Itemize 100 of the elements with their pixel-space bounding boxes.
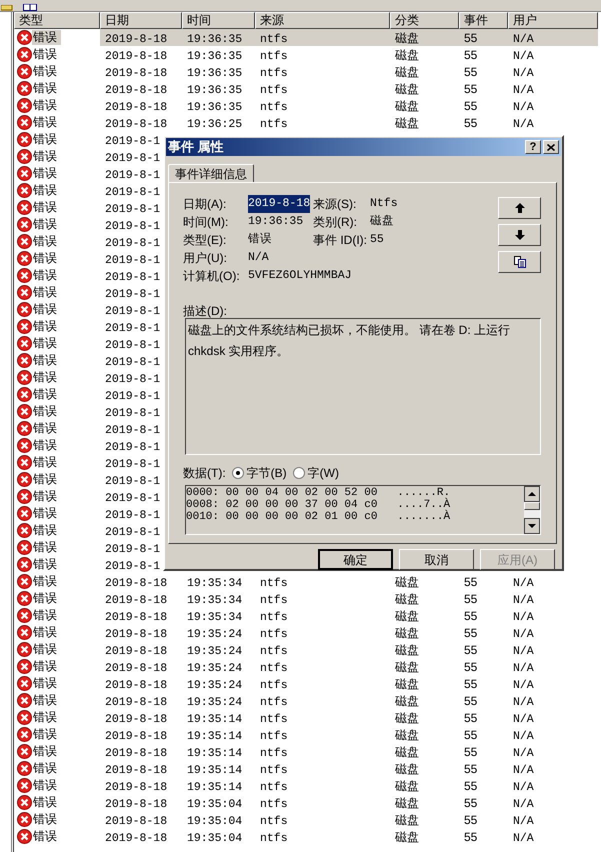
- column-header[interactable]: 日期: [100, 12, 182, 29]
- source-cell-text: ntfs: [259, 67, 288, 80]
- next-button[interactable]: [498, 224, 541, 246]
- type-cell[interactable]: 错误: [32, 659, 61, 674]
- date-cell-text: 2019-8-18: [104, 662, 168, 675]
- field-value[interactable]: 2019-8-18: [248, 195, 310, 213]
- copy-button[interactable]: [498, 251, 541, 273]
- type-cell[interactable]: 错误: [32, 251, 61, 266]
- type-cell[interactable]: 错误: [32, 115, 61, 130]
- type-cell[interactable]: 错误: [32, 370, 61, 385]
- column-header[interactable]: 分类: [390, 12, 459, 29]
- scrollbar[interactable]: [524, 486, 540, 534]
- type-cell[interactable]: 错误: [32, 47, 61, 62]
- type-cell[interactable]: 错误: [32, 217, 61, 232]
- type-cell[interactable]: 错误: [32, 625, 61, 640]
- description-box[interactable]: 磁盘上的文件系统结构已损坏，不能使用。 请在卷 D: 上运行 chkdsk 实用程序。: [185, 318, 541, 455]
- type-cell[interactable]: 错误: [32, 523, 61, 538]
- type-cell[interactable]: 错误: [32, 506, 61, 521]
- type-cell[interactable]: 错误: [32, 642, 61, 657]
- scroll-up-icon[interactable]: [524, 486, 540, 502]
- field-value[interactable]: N/A: [248, 249, 269, 267]
- type-cell[interactable]: 错误: [32, 98, 61, 113]
- type-cell[interactable]: 错误: [32, 591, 61, 606]
- type-cell[interactable]: 错误: [32, 234, 61, 249]
- type-cell[interactable]: 错误: [32, 693, 61, 708]
- date-cell-text: 2019-8-18: [104, 798, 168, 811]
- error-icon: [17, 166, 32, 181]
- date-cell-text: 2019-8-1: [104, 322, 160, 335]
- type-cell[interactable]: 错误: [32, 64, 61, 79]
- window-icon[interactable]: [23, 4, 37, 11]
- type-cell[interactable]: 错误: [32, 727, 61, 742]
- type-cell[interactable]: 错误: [32, 268, 61, 283]
- column-header[interactable]: 事件: [459, 12, 508, 29]
- folder-icon[interactable]: [1, 5, 13, 11]
- type-cell[interactable]: 错误: [32, 676, 61, 691]
- date-cell-text: 2019-8-1: [104, 475, 160, 488]
- type-cell[interactable]: 错误: [32, 455, 61, 470]
- type-cell[interactable]: 错误: [32, 761, 61, 776]
- type-cell[interactable]: 错误: [32, 302, 61, 317]
- data-box[interactable]: 0000: 00 00 04 00 02 00 52 00 ......R. 0008: 02 00 00 00 37 00 04 c0 ....7..À 0010: 00 00 00 00 02 01 00 c0 .......À: [185, 485, 541, 535]
- help-button[interactable]: ?: [525, 140, 541, 154]
- type-cell[interactable]: 错误: [32, 829, 61, 844]
- type-cell[interactable]: 错误: [32, 353, 61, 368]
- error-icon: [17, 557, 32, 572]
- type-cell[interactable]: 错误: [32, 166, 61, 181]
- type-cell[interactable]: 错误: [32, 438, 61, 453]
- error-icon: [17, 523, 32, 538]
- column-header[interactable]: 来源: [255, 12, 390, 29]
- error-icon: [17, 540, 32, 555]
- type-cell[interactable]: 错误: [32, 404, 61, 419]
- scroll-track[interactable]: [524, 510, 540, 518]
- type-cell[interactable]: 错误: [32, 778, 61, 793]
- type-cell[interactable]: 错误: [32, 557, 61, 572]
- type-cell[interactable]: 错误: [32, 472, 61, 487]
- field-value[interactable]: 5VFEZ6OLYHMMBAJ: [248, 267, 352, 285]
- radio-option[interactable]: 字节(B): [232, 464, 287, 482]
- user-cell-text: N/A: [512, 815, 534, 828]
- close-button[interactable]: [543, 140, 559, 154]
- radio-option[interactable]: 字(W): [292, 464, 339, 482]
- type-cell[interactable]: 错误: [32, 30, 61, 45]
- column-header[interactable]: 类型: [14, 12, 100, 29]
- type-cell[interactable]: 错误: [32, 608, 61, 623]
- type-cell[interactable]: 错误: [32, 540, 61, 555]
- time-cell-text: 19:35:34: [186, 577, 242, 590]
- type-cell[interactable]: 错误: [32, 132, 61, 147]
- type-cell[interactable]: 错误: [32, 149, 61, 164]
- type-cell[interactable]: 错误: [32, 421, 61, 436]
- type-cell[interactable]: 错误: [32, 710, 61, 725]
- scroll-down-icon[interactable]: [524, 518, 540, 534]
- type-cell[interactable]: 错误: [32, 81, 61, 96]
- field-label: 事件 ID(I):: [313, 232, 368, 249]
- time-cell-text: 19:35:24: [186, 662, 242, 675]
- time-cell-text: 19:35:34: [186, 594, 242, 607]
- field-value[interactable]: 19:36:35: [248, 213, 304, 231]
- user-cell-text: N/A: [512, 84, 534, 97]
- type-cell[interactable]: 错误: [32, 795, 61, 810]
- dialog-button[interactable]: 确定: [318, 549, 393, 570]
- dialog-button[interactable]: 取消: [399, 549, 474, 570]
- type-cell[interactable]: 错误: [32, 744, 61, 759]
- type-cell[interactable]: 错误: [32, 183, 61, 198]
- error-icon: [17, 234, 32, 249]
- scroll-thumb[interactable]: [524, 502, 540, 510]
- type-cell[interactable]: 错误: [32, 336, 61, 351]
- date-cell-text: 2019-8-18: [104, 84, 168, 97]
- previous-button[interactable]: [498, 197, 541, 219]
- type-cell[interactable]: 错误: [32, 319, 61, 334]
- type-cell[interactable]: 错误: [32, 489, 61, 504]
- type-cell[interactable]: 错误: [32, 285, 61, 300]
- field-value[interactable]: 错误: [248, 231, 272, 249]
- column-header[interactable]: 时间: [182, 12, 255, 29]
- date-cell-text: 2019-8-1: [104, 254, 160, 267]
- type-cell[interactable]: 错误: [32, 574, 61, 589]
- type-cell[interactable]: 错误: [32, 812, 61, 827]
- window-title: 事件 属性: [168, 138, 224, 156]
- time-cell-text: 19:35:04: [186, 798, 242, 811]
- type-cell[interactable]: 错误: [32, 200, 61, 215]
- date-cell-text: 2019-8-1: [104, 152, 160, 165]
- tab[interactable]: 事件详细信息: [168, 164, 254, 183]
- column-header[interactable]: 用户: [508, 12, 598, 29]
- type-cell[interactable]: 错误: [32, 387, 61, 402]
